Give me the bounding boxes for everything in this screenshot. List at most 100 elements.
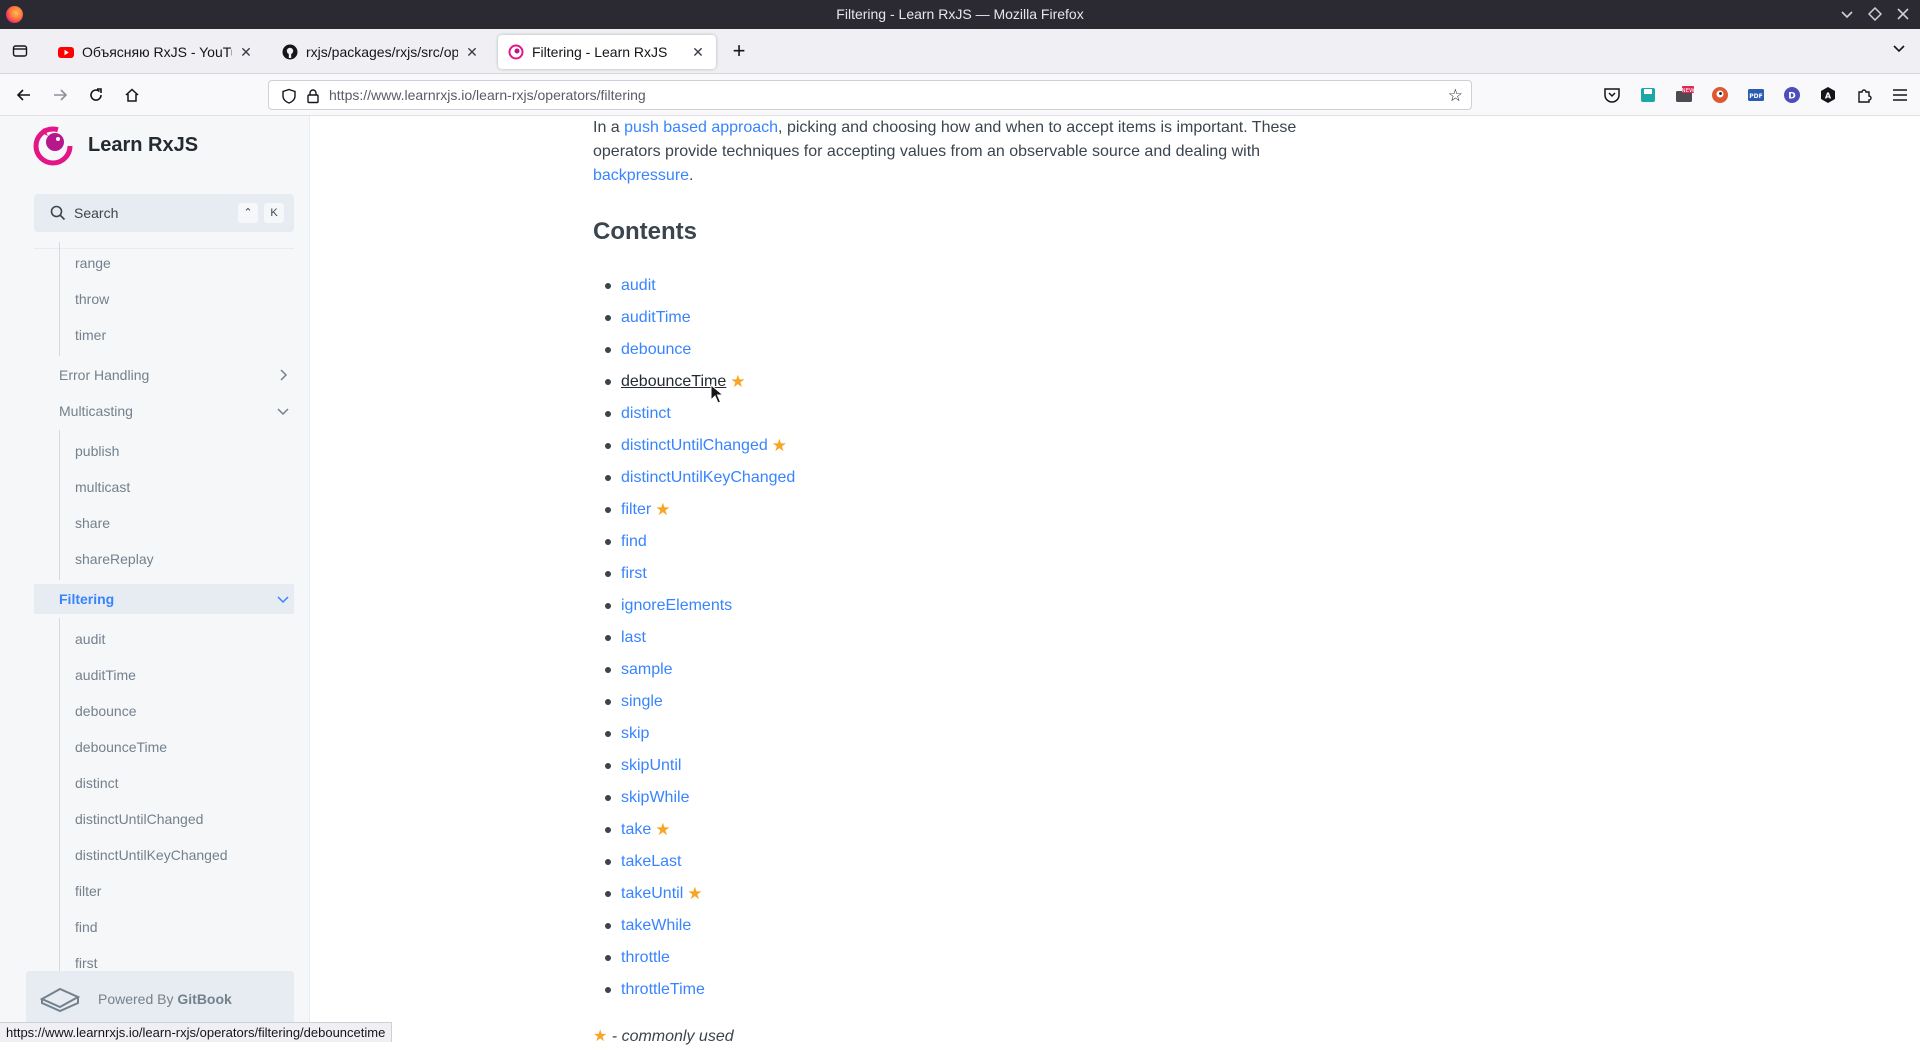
operator-link-take[interactable]: take [621,821,651,839]
sidebar-item-distinctuntilkeychanged[interactable]: distinctUntilKeyChanged [34,834,294,876]
operator-link-audittime[interactable]: auditTime [621,309,691,327]
a-extension-icon[interactable]: A [1816,83,1840,107]
operator-link-takeuntil[interactable]: takeUntil [621,885,683,903]
tab-youtube[interactable]: Объясняю RxJS - YouTube ✕ [48,35,264,69]
operator-link-distinctuntilchanged[interactable]: distinctUntilChanged [621,437,768,455]
operator-link-single[interactable]: single [621,693,663,711]
bookmark-star-icon[interactable]: ☆ [1448,86,1463,106]
minimize-icon[interactable] [1836,3,1858,25]
close-tab-icon[interactable]: ✕ [464,44,480,60]
sidebar-item-find[interactable]: find [34,906,294,948]
sidebar-item-label: Error Handling [59,367,150,383]
list-item: audit [593,270,795,302]
close-tab-icon[interactable]: ✕ [238,44,254,60]
save-page-extension-icon[interactable] [1636,83,1660,107]
powered-by-gitbook[interactable]: Powered By GitBook [26,971,294,1027]
operator-link-skip[interactable]: skip [621,725,649,743]
sidebar-item-filter[interactable]: filter [34,870,294,912]
shortcut-key-k: K [264,203,284,223]
new-tab-button[interactable]: + [728,40,750,63]
sidebar-item-debounce[interactable]: debounce [34,690,294,732]
close-window-icon[interactable] [1892,3,1914,25]
operator-link-throttletime[interactable]: throttleTime [621,981,705,999]
sidebar-item-timer[interactable]: timer [34,314,294,356]
operator-link-takewhile[interactable]: takeWhile [621,917,691,935]
search-input[interactable]: Search ⌃ K [34,194,294,232]
sidebar-item-label: multicast [75,479,131,495]
tab-github[interactable]: rxjs/packages/rxjs/src/operators ✕ [272,35,490,69]
sidebar-item-label: Multicasting [59,403,133,419]
tab-learn-rxjs[interactable]: Filtering - Learn RxJS ✕ [498,35,716,69]
firefox-view-icon[interactable] [10,41,30,61]
site-brand[interactable]: Learn RxJS [32,124,198,166]
sidebar-item-debouncetime[interactable]: debounceTime [34,726,294,768]
operator-link-audit[interactable]: audit [621,277,656,295]
tracking-protection-shield-icon[interactable] [281,88,297,104]
lock-icon[interactable] [305,88,321,104]
operator-link-ignoreelements[interactable]: ignoreElements [621,597,732,615]
operator-link-distinct[interactable]: distinct [621,405,671,423]
address-bar[interactable]: https://www.learnrxjs.io/learn-rxjs/oper… [268,80,1472,110]
operator-link-first[interactable]: first [621,565,647,583]
sidebar-item-filtering[interactable]: Filtering [34,584,294,614]
forward-arrow-icon[interactable] [48,83,72,107]
search-icon [50,205,66,221]
svg-text:D: D [1788,92,1795,102]
powered-by-text: Powered By GitBook [98,991,232,1007]
push-based-approach-link[interactable]: push based approach [624,119,778,136]
bullet-icon [605,283,611,289]
sidebar-item-share[interactable]: share [34,502,294,544]
operator-link-find[interactable]: find [621,533,647,551]
operator-link-throttle[interactable]: throttle [621,949,670,967]
close-tab-icon[interactable]: ✕ [690,44,706,60]
d-extension-icon[interactable]: D [1780,83,1804,107]
list-item: filter ★ [593,494,795,526]
chevron-right-icon[interactable] [276,368,290,382]
home-icon[interactable] [120,83,144,107]
backpressure-link[interactable]: backpressure [593,167,689,184]
url-text[interactable]: https://www.learnrxjs.io/learn-rxjs/oper… [329,87,646,103]
sidebar-item-publish[interactable]: publish [34,430,294,472]
maximize-icon[interactable] [1864,3,1886,25]
pocket-icon[interactable] [1600,83,1624,107]
list-item: take ★ [593,814,795,846]
sidebar-item-throw[interactable]: throw [34,278,294,320]
operator-link-filter[interactable]: filter [621,501,651,519]
bullet-icon [605,827,611,833]
operator-link-skipuntil[interactable]: skipUntil [621,757,681,775]
list-item: single [593,686,795,718]
sidebar-item-audittime[interactable]: auditTime [34,654,294,696]
operator-link-sample[interactable]: sample [621,661,673,679]
sidebar-item-sharereplay[interactable]: shareReplay [34,538,294,580]
sidebar-item-distinct[interactable]: distinct [34,762,294,804]
list-item: skipUntil [593,750,795,782]
sidebar-item-audit[interactable]: audit [34,618,294,660]
sidebar-item-multicasting[interactable]: Multicasting [34,396,294,426]
extensions-puzzle-icon[interactable] [1852,83,1876,107]
list-all-tabs-icon[interactable] [1892,41,1906,58]
reload-icon[interactable] [84,83,108,107]
operator-link-skipwhile[interactable]: skipWhile [621,789,689,807]
sidebar-item-multicast[interactable]: multicast [34,466,294,508]
operator-link-debounce[interactable]: debounce [621,341,691,359]
operator-link-distinctuntilkeychanged[interactable]: distinctUntilKeyChanged [621,469,795,487]
hamburger-menu-icon[interactable] [1888,83,1912,107]
operator-link-takelast[interactable]: takeLast [621,853,681,871]
back-arrow-icon[interactable] [12,83,36,107]
chevron-down-icon[interactable] [276,592,290,606]
operator-link-last[interactable]: last [621,629,646,647]
pdf-extension-icon[interactable]: PDF [1744,83,1768,107]
bullet-icon [605,379,611,385]
sidebar-item-label: distinctUntilKeyChanged [75,847,228,863]
duckduckgo-icon[interactable] [1708,83,1732,107]
docs-sidebar: Learn RxJS Search ⌃ K range throw timer Err… [0,116,310,1042]
sidebar-item-error-handling[interactable]: Error Handling [34,360,294,390]
window-titlebar: Filtering - Learn RxJS — Mozilla Firefox [0,0,1920,29]
star-icon: ★ [771,436,787,455]
sidebar-item-distinctuntilchanged[interactable]: distinctUntilChanged [34,798,294,840]
new-badge-extension-icon[interactable]: NEW [1672,83,1696,107]
sidebar-item-label: audit [75,631,106,647]
chevron-down-icon[interactable] [276,404,290,418]
brand-name: Learn RxJS [88,133,199,156]
sidebar-item-range[interactable]: range [34,242,294,284]
